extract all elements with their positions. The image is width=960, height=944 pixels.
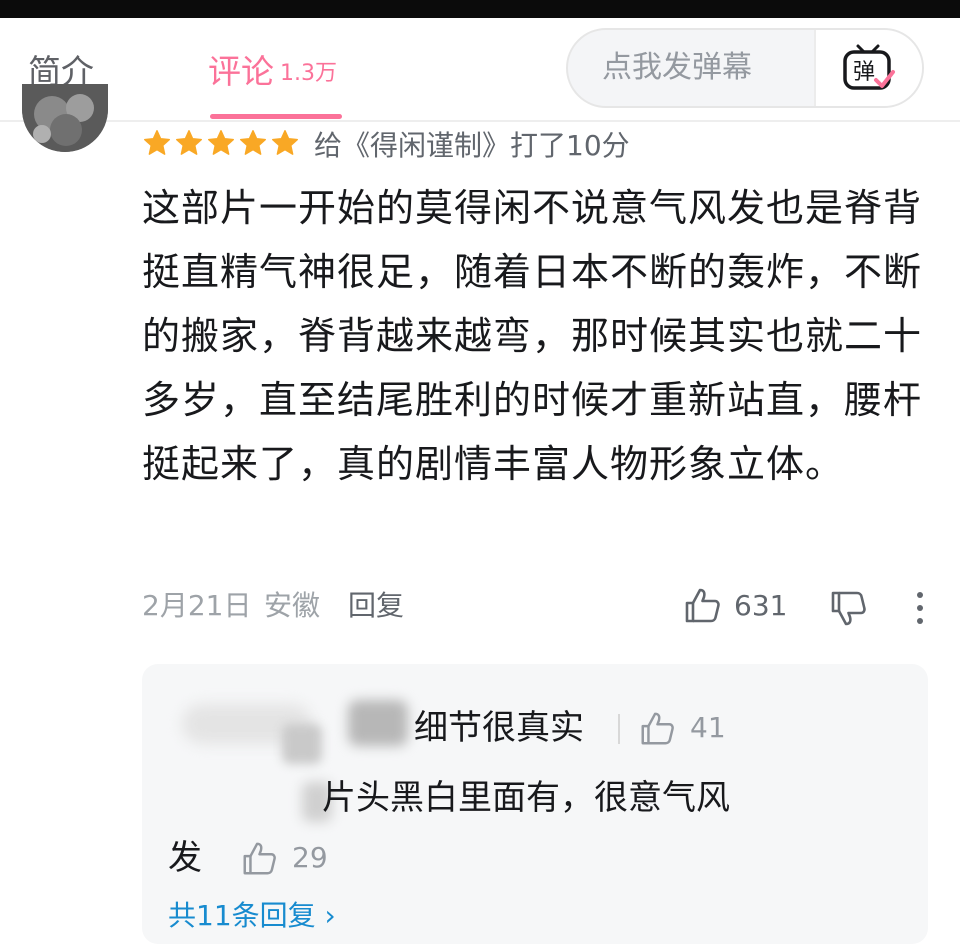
reply-like-button[interactable] xyxy=(240,840,278,882)
reply-button[interactable]: 回复 xyxy=(348,586,404,626)
danmaku-toggle-button[interactable]: 弹 xyxy=(814,30,922,106)
star-icon xyxy=(144,130,170,155)
comment-date: 2月21日 xyxy=(142,589,252,622)
comment-location: 安徽 xyxy=(264,589,321,622)
view-all-replies-link[interactable]: 共11条回复 › xyxy=(168,896,336,936)
more-vertical-icon xyxy=(917,592,923,624)
video-tab-bar: 简介 评论 1.3万 点我发弹幕 弹 xyxy=(0,18,960,122)
rating-stars xyxy=(142,128,302,164)
tab-comments-count: 1.3万 xyxy=(280,61,337,86)
like-count: 631 xyxy=(734,589,788,622)
star-icon xyxy=(272,130,298,155)
blurred-username xyxy=(282,724,322,764)
like-button[interactable] xyxy=(682,586,722,630)
star-icon xyxy=(208,130,234,155)
dislike-button[interactable] xyxy=(828,588,868,632)
avatar[interactable] xyxy=(22,84,108,152)
reply-text: 细节很真实 xyxy=(414,708,584,748)
thumbs-down-icon xyxy=(831,591,866,626)
danmaku-input-placeholder[interactable]: 点我发弹幕 xyxy=(602,49,752,87)
reply-preview-box[interactable]: 细节很真实 41 片头黑白里面有，很意气风 发 29 共11条回复 › xyxy=(142,664,928,944)
blurred-username xyxy=(348,700,408,746)
tab-comments-label: 评论 xyxy=(208,52,274,91)
thumbs-up-icon xyxy=(685,588,720,623)
danmaku-input-bar[interactable]: 点我发弹幕 弹 xyxy=(566,28,924,108)
reply-text: 片头黑白里面有，很意气风 xyxy=(322,778,730,818)
reply-like-count: 41 xyxy=(690,711,726,744)
reply-like-count: 29 xyxy=(292,841,328,874)
tab-comments[interactable]: 评论 1.3万 xyxy=(208,52,337,94)
danmaku-icon-glyph: 弹 xyxy=(853,60,875,85)
active-tab-indicator xyxy=(210,114,342,119)
thumbs-up-icon xyxy=(243,842,276,875)
reply-like-button[interactable] xyxy=(638,710,676,752)
star-icon xyxy=(176,130,202,155)
reply-text: 发 xyxy=(168,838,202,878)
thumbs-up-icon xyxy=(641,712,674,745)
comment-meta-row: 2月21日 安徽 回复 631 xyxy=(142,586,942,626)
rating-text: 给《得闲谨制》打了10分 xyxy=(314,129,630,162)
status-bar xyxy=(0,0,960,18)
comment-body: 这部片一开始的莫得闲不说意气风发也是脊背挺直精气神很足，随着日本不断的轰炸，不断… xyxy=(142,186,923,486)
more-options-button[interactable] xyxy=(912,588,928,632)
danmaku-icon: 弹 xyxy=(843,44,895,90)
star-icon xyxy=(240,130,266,155)
divider xyxy=(618,714,620,744)
